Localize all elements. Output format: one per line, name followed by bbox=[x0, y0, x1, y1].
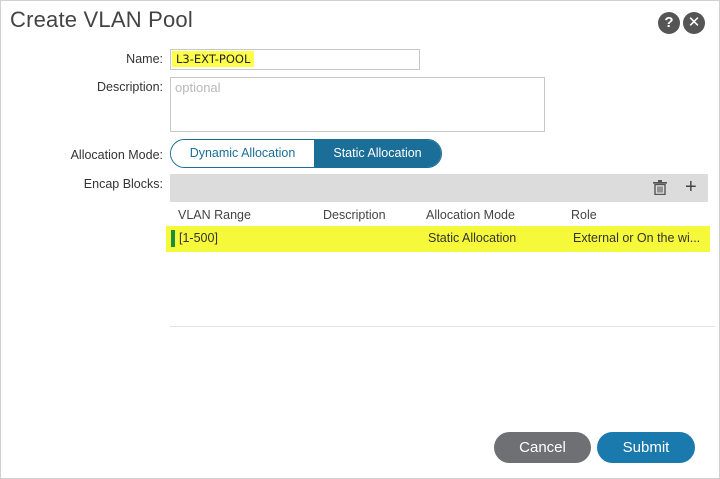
column-header-allocation-mode[interactable]: Allocation Mode bbox=[426, 208, 515, 222]
description-placeholder: optional bbox=[175, 80, 221, 95]
name-label: Name: bbox=[126, 52, 163, 66]
encap-blocks-toolbar: + bbox=[170, 174, 708, 202]
dynamic-allocation-button[interactable]: Dynamic Allocation bbox=[171, 140, 314, 167]
create-vlan-pool-dialog: Create VLAN Pool ? ✕ Name: L3-EXT-POOL D… bbox=[0, 0, 720, 479]
allocation-mode-label: Allocation Mode: bbox=[70, 148, 163, 162]
name-value: L3-EXT-POOL bbox=[172, 51, 255, 67]
table-bottom-divider bbox=[170, 326, 715, 327]
column-header-description[interactable]: Description bbox=[323, 208, 386, 222]
trash-icon[interactable] bbox=[653, 180, 667, 195]
allocation-mode-toggle: Dynamic Allocation Static Allocation bbox=[170, 139, 442, 168]
description-label: Description: bbox=[97, 80, 163, 94]
description-textarea[interactable]: optional bbox=[170, 77, 545, 132]
cell-allocation-mode: Static Allocation bbox=[428, 231, 517, 245]
cell-vlan-range: [1-500] bbox=[179, 231, 218, 245]
column-header-role[interactable]: Role bbox=[571, 208, 597, 222]
name-input[interactable]: L3-EXT-POOL bbox=[170, 49, 420, 70]
static-allocation-button[interactable]: Static Allocation bbox=[314, 140, 441, 167]
cancel-button[interactable]: Cancel bbox=[494, 432, 591, 463]
table-row[interactable]: [1-500] Static Allocation External or On… bbox=[166, 226, 710, 252]
cell-role: External or On the wi... bbox=[573, 231, 701, 245]
plus-icon[interactable]: + bbox=[685, 176, 697, 198]
close-icon[interactable]: ✕ bbox=[683, 12, 705, 34]
help-icon[interactable]: ? bbox=[658, 12, 680, 34]
column-header-vlan-range[interactable]: VLAN Range bbox=[178, 208, 251, 222]
row-selection-marker bbox=[171, 230, 175, 247]
encap-blocks-label: Encap Blocks: bbox=[83, 177, 163, 191]
submit-button[interactable]: Submit bbox=[597, 432, 695, 463]
dialog-title: Create VLAN Pool bbox=[10, 7, 193, 32]
